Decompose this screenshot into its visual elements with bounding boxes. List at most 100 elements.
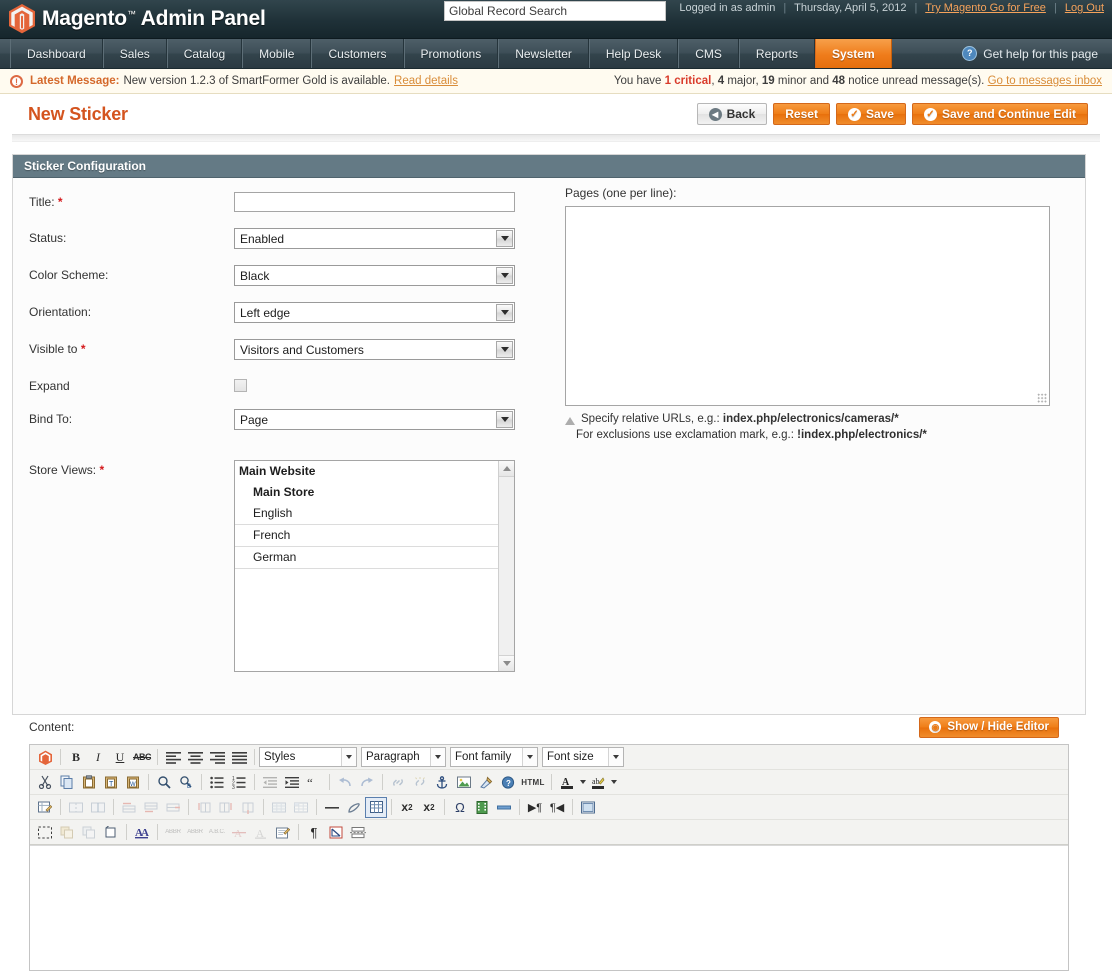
redo-icon[interactable] (356, 772, 378, 793)
strikethrough-icon[interactable]: ABC (131, 747, 153, 768)
save-button[interactable]: ✓ Save (836, 103, 906, 125)
paragraph-select[interactable]: Paragraph (361, 747, 446, 767)
color-scheme-select[interactable]: Black (234, 265, 515, 286)
logout-link[interactable]: Log Out (1065, 2, 1104, 14)
resize-grip-icon[interactable] (1037, 393, 1047, 403)
paste-icon[interactable] (78, 772, 100, 793)
visible-chars-icon[interactable]: ¶ (303, 822, 325, 843)
cut-icon[interactable] (34, 772, 56, 793)
remove-format-icon[interactable] (343, 797, 365, 818)
align-left-icon[interactable] (162, 747, 184, 768)
scroll-down-icon[interactable] (499, 655, 514, 671)
nav-item-customers[interactable]: Customers (311, 39, 403, 68)
read-details-link[interactable]: Read details (394, 75, 458, 87)
nav-item-promotions[interactable]: Promotions (404, 39, 499, 68)
background-color-icon[interactable]: ab (587, 772, 609, 793)
delete-col-icon[interactable] (237, 797, 259, 818)
copy-icon[interactable] (56, 772, 78, 793)
messages-inbox-link[interactable]: Go to messages inbox (988, 75, 1102, 87)
nav-item-catalog[interactable]: Catalog (167, 39, 242, 68)
unlink-icon[interactable] (409, 772, 431, 793)
edit-table-icon[interactable] (34, 797, 56, 818)
ltr-icon[interactable]: ▶¶ (524, 797, 546, 818)
page-break-line-icon[interactable] (347, 822, 369, 843)
save-and-continue-button[interactable]: ✓ Save and Continue Edit (912, 103, 1088, 125)
bind-to-select[interactable]: Page (234, 409, 515, 430)
blockquote-icon[interactable]: “ (303, 772, 325, 793)
nav-item-mobile[interactable]: Mobile (242, 39, 311, 68)
magento-widget-icon[interactable] (34, 747, 56, 768)
special-char-icon[interactable]: Ω (449, 797, 471, 818)
reset-button[interactable]: Reset (773, 103, 830, 125)
store-views-multiselect[interactable]: Main Website Main Store English French G… (234, 460, 515, 672)
split-cells-icon[interactable] (87, 797, 109, 818)
abbr-icon[interactable]: ABBR (162, 822, 184, 843)
insert-row-before-icon[interactable] (118, 797, 140, 818)
outdent-icon[interactable] (259, 772, 281, 793)
list-item[interactable]: German (235, 547, 514, 569)
title-input[interactable] (234, 192, 515, 212)
find-icon[interactable] (153, 772, 175, 793)
styles-select[interactable]: Styles (259, 747, 357, 767)
horizontal-rule-icon[interactable] (321, 797, 343, 818)
cite-icon[interactable]: A.B.C. (206, 822, 228, 843)
nav-item-help-desk[interactable]: Help Desk (589, 39, 678, 68)
nav-item-dashboard[interactable]: Dashboard (10, 39, 103, 68)
insert-layer-icon[interactable] (100, 822, 122, 843)
copy-layer-icon[interactable] (56, 822, 78, 843)
nav-item-newsletter[interactable]: Newsletter (498, 39, 589, 68)
align-justify-icon[interactable] (228, 747, 250, 768)
font-family-select[interactable]: Font family (450, 747, 538, 767)
paste-word-icon[interactable]: W (122, 772, 144, 793)
paste-layer-icon[interactable] (78, 822, 100, 843)
visual-aid-icon[interactable] (34, 822, 56, 843)
try-magento-go-link[interactable]: Try Magento Go for Free (925, 2, 1046, 14)
text-color-dropdown-icon[interactable] (578, 772, 587, 793)
table-props-icon[interactable] (268, 797, 290, 818)
align-right-icon[interactable] (206, 747, 228, 768)
bold-icon[interactable]: B (65, 747, 87, 768)
find-replace-icon[interactable]: B (175, 772, 197, 793)
status-select[interactable]: Enabled (234, 228, 515, 249)
undo-icon[interactable] (334, 772, 356, 793)
rtl-icon[interactable]: ¶◀ (546, 797, 568, 818)
subscript-icon[interactable]: x2 (396, 797, 418, 818)
superscript-icon[interactable]: x2 (418, 797, 440, 818)
insert-col-before-icon[interactable] (193, 797, 215, 818)
align-center-icon[interactable] (184, 747, 206, 768)
orientation-select[interactable]: Left edge (234, 302, 515, 323)
magento-logo[interactable]: Magento™ Admin Panel (0, 4, 266, 34)
nav-item-system[interactable]: System (815, 39, 892, 68)
insert-text-icon[interactable]: A (250, 822, 272, 843)
italic-icon[interactable]: I (87, 747, 109, 768)
text-color-icon[interactable]: A (556, 772, 578, 793)
link-icon[interactable] (387, 772, 409, 793)
html-icon[interactable]: HTML (519, 772, 547, 793)
cleanup-icon[interactable] (475, 772, 497, 793)
fullscreen-icon[interactable] (577, 797, 599, 818)
back-button[interactable]: ◀ Back (697, 103, 768, 125)
scroll-up-icon[interactable] (499, 461, 514, 477)
delete-text-icon[interactable]: A (228, 822, 250, 843)
store-views-scrollbar[interactable] (498, 461, 514, 671)
media-icon[interactable] (471, 797, 493, 818)
show-hide-editor-button[interactable]: ◉ Show / Hide Editor (919, 717, 1059, 738)
acronym-icon[interactable]: ABBR (184, 822, 206, 843)
insert-col-after-icon[interactable] (215, 797, 237, 818)
nonbreaking-icon[interactable] (325, 822, 347, 843)
nav-item-sales[interactable]: Sales (103, 39, 167, 68)
bullet-list-icon[interactable] (206, 772, 228, 793)
image-icon[interactable] (453, 772, 475, 793)
global-search-input[interactable] (444, 1, 666, 21)
nav-item-cms[interactable]: CMS (678, 39, 739, 68)
expand-checkbox[interactable] (234, 379, 247, 392)
insert-table-icon[interactable] (365, 797, 387, 818)
attributes-icon[interactable] (272, 822, 294, 843)
style-props-icon[interactable]: AA (131, 822, 153, 843)
list-item[interactable]: Main Website (235, 461, 514, 482)
cell-props-icon[interactable] (290, 797, 312, 818)
delete-row-icon[interactable] (162, 797, 184, 818)
pages-textarea[interactable] (565, 206, 1050, 406)
page-break-icon[interactable] (493, 797, 515, 818)
insert-row-after-icon[interactable] (140, 797, 162, 818)
